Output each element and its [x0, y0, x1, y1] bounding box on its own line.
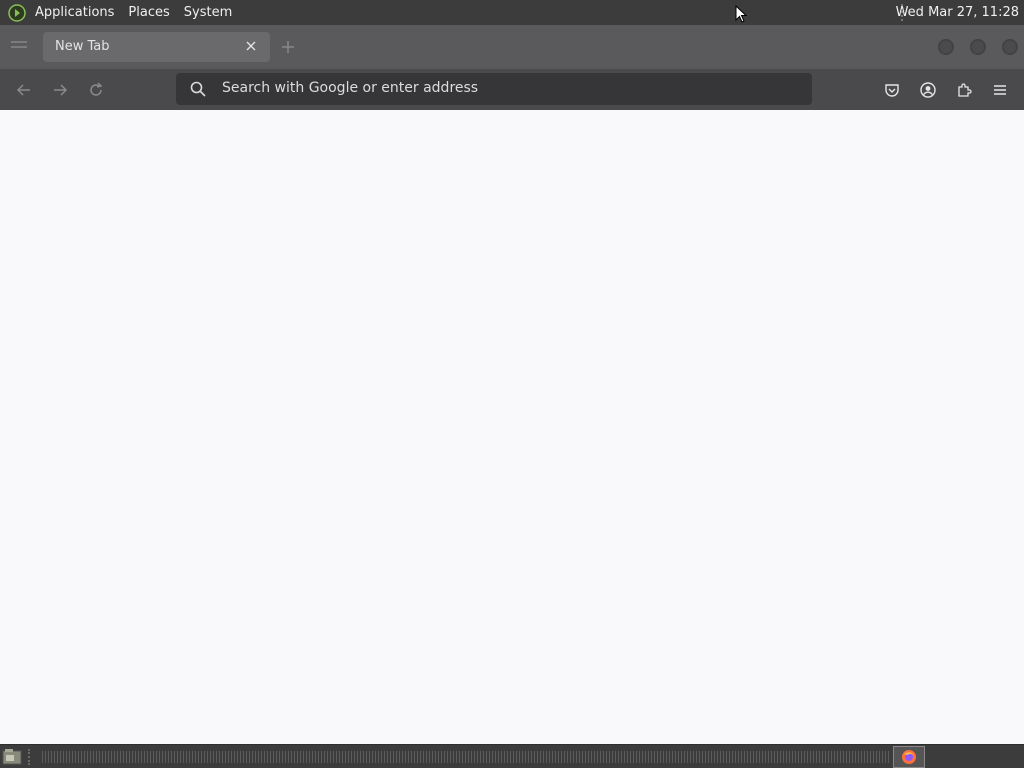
address-bar[interactable]: Search with Google or enter address	[176, 73, 812, 105]
pocket-button[interactable]	[880, 78, 904, 102]
puzzle-icon	[958, 83, 972, 97]
clock[interactable]: Wed Mar 27, 11:28	[896, 0, 1019, 25]
hamburger-icon	[994, 85, 1006, 95]
mint-logo-icon[interactable]	[6, 2, 28, 24]
panel-handle	[28, 749, 32, 765]
forward-button[interactable]	[48, 78, 72, 102]
new-tab-icon[interactable]	[280, 39, 296, 55]
window-list	[42, 751, 890, 763]
extensions-button[interactable]	[952, 78, 976, 102]
nav-bar: Search with Google or enter address	[0, 69, 1024, 110]
applications-menu[interactable]: Applications	[28, 0, 121, 25]
account-icon	[920, 82, 936, 98]
close-window-button[interactable]	[1002, 39, 1018, 55]
firefox-icon	[902, 750, 916, 764]
tab-title: New Tab	[55, 39, 110, 54]
mouse-cursor-icon	[735, 5, 747, 23]
address-placeholder: Search with Google or enter address	[222, 80, 479, 96]
places-menu[interactable]: Places	[121, 0, 176, 25]
search-icon	[190, 81, 206, 97]
account-button[interactable]	[916, 78, 940, 102]
back-button[interactable]	[12, 78, 36, 102]
pocket-icon	[885, 84, 899, 97]
top-panel: Applications Places System Wed Mar 27, 1…	[0, 0, 1024, 25]
close-icon[interactable]	[242, 37, 260, 55]
reload-button[interactable]	[84, 78, 108, 102]
system-menu[interactable]: System	[177, 0, 239, 25]
taskbar-firefox-button[interactable]	[893, 746, 925, 768]
maximize-button[interactable]	[970, 39, 986, 55]
minimize-button[interactable]	[938, 39, 954, 55]
tab-new-tab[interactable]: New Tab	[43, 32, 270, 62]
page-content[interactable]	[0, 110, 1024, 744]
bottom-panel	[0, 744, 1024, 768]
reload-icon	[90, 82, 103, 96]
arrow-right-icon	[54, 84, 68, 96]
tab-strip: New Tab	[0, 25, 1024, 69]
show-desktop-icon[interactable]	[2, 748, 22, 766]
menu-button[interactable]	[988, 78, 1012, 102]
tab-list-icon[interactable]	[10, 39, 28, 53]
arrow-left-icon	[16, 84, 30, 96]
